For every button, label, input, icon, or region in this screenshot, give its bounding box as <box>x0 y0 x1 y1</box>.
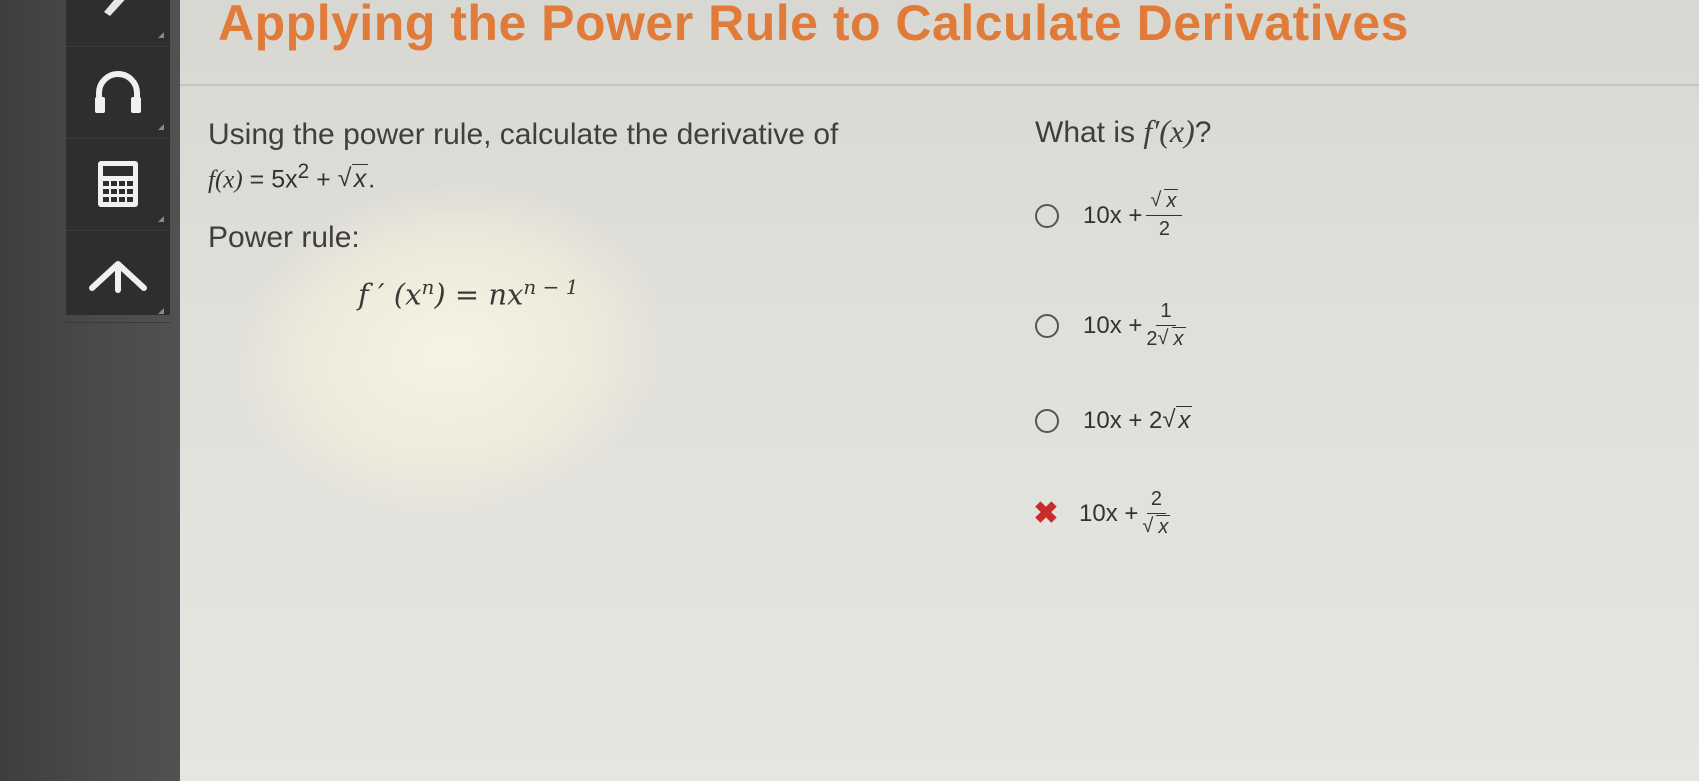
problem-prompt: Using the power rule, calculate the deri… <box>208 118 839 151</box>
radio-button[interactable] <box>1035 409 1059 433</box>
function-expression: f(x) = 5x2 + x. <box>208 160 375 194</box>
answer-expression: 10x + 2 x <box>1079 488 1171 539</box>
power-rule-formula: f ′ (xn) = nxn − 1 <box>358 275 579 312</box>
screen-glare <box>214 156 686 544</box>
answer-option-4[interactable]: ✖ 10x + 2 x <box>1033 488 1171 539</box>
tool-panel <box>66 0 170 323</box>
pencil-tool-button[interactable] <box>66 0 170 47</box>
up-arrow-tool-button[interactable] <box>66 230 170 323</box>
lesson-content: Applying the Power Rule to Calculate Der… <box>180 0 1699 781</box>
answer-option-3[interactable]: 10x + 2x <box>1035 406 1193 435</box>
page-title: Applying the Power Rule to Calculate Der… <box>218 0 1409 51</box>
answer-expression: 10x + x 2 <box>1083 189 1183 241</box>
incorrect-x-icon[interactable]: ✖ <box>1033 498 1059 528</box>
up-arrow-icon <box>86 256 150 296</box>
headphones-icon <box>91 67 145 117</box>
title-divider <box>180 84 1699 86</box>
calculator-tool-button[interactable] <box>66 138 170 231</box>
pencil-icon <box>96 0 140 22</box>
calculator-icon <box>96 159 140 209</box>
radio-button[interactable] <box>1035 203 1059 228</box>
headphones-tool-button[interactable] <box>66 46 170 139</box>
question-text: What is f′(x)? <box>1035 113 1212 149</box>
answer-option-2[interactable]: 10x + 1 2x <box>1035 300 1186 351</box>
answer-expression: 10x + 1 2x <box>1083 300 1186 351</box>
answer-option-1[interactable]: 10x + x 2 <box>1035 189 1183 241</box>
answer-expression: 10x + 2x <box>1083 406 1193 435</box>
power-rule-label: Power rule: <box>208 221 360 254</box>
radio-button[interactable] <box>1035 313 1059 338</box>
left-rail <box>0 0 180 781</box>
